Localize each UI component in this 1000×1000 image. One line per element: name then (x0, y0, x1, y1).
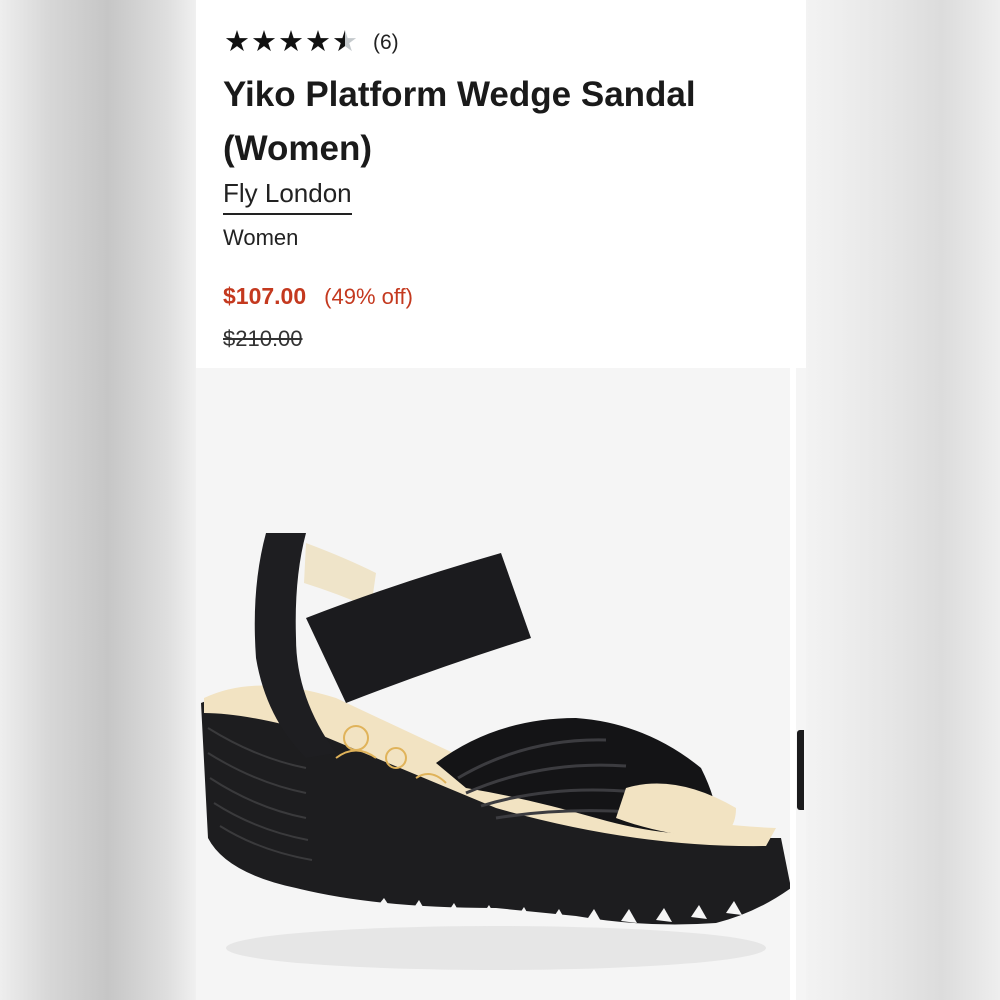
background-right (806, 0, 1000, 1000)
discount-badge: (49% off) (324, 284, 413, 309)
next-image-edge (797, 730, 804, 810)
next-image-preview[interactable] (796, 368, 806, 1000)
shadow (226, 926, 766, 970)
rating-stars: ★ ★ ★ ★ ★ (224, 28, 359, 57)
sale-price: $107.00 (223, 283, 307, 309)
star-full-icon: ★ (224, 26, 250, 58)
star-half-icon: ★ (332, 26, 358, 58)
star-full-icon: ★ (251, 26, 277, 58)
price-row: $107.00 (49% off) (223, 283, 413, 310)
star-full-icon: ★ (305, 26, 331, 58)
rating-summary[interactable]: ★ ★ ★ ★ ★ (6) (224, 28, 399, 57)
product-image[interactable] (196, 368, 790, 1000)
review-count[interactable]: (6) (373, 31, 399, 55)
star-full-icon: ★ (278, 26, 304, 58)
product-category: Women (223, 225, 299, 250)
brand-link[interactable]: Fly London (223, 178, 352, 215)
original-price: $210.00 (223, 326, 303, 351)
sandal-photo (201, 533, 790, 970)
background-left (0, 0, 196, 1000)
product-title: Yiko Platform Wedge Sandal (Women) (223, 75, 696, 168)
